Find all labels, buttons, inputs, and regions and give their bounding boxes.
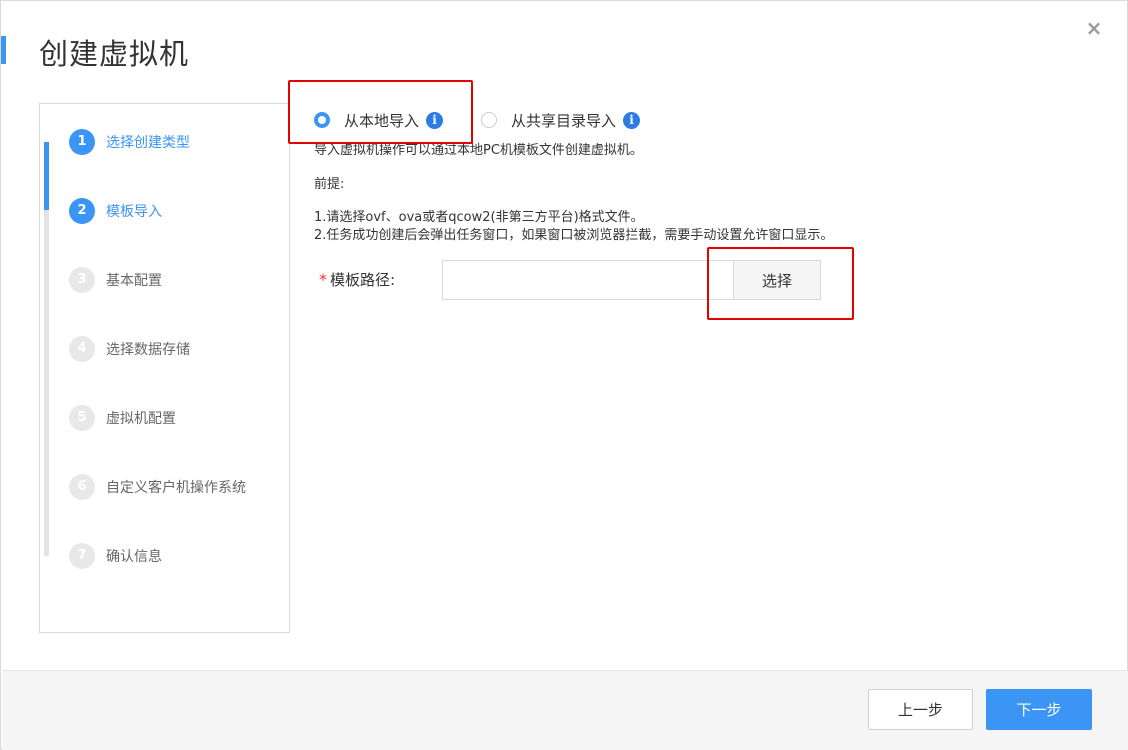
previous-step-button[interactable]: 上一步 [868, 689, 973, 730]
import-description: 导入虚拟机操作可以通过本地PC机模板文件创建虚拟机。 [314, 143, 643, 158]
step-select-datastore: 4 选择数据存储 [69, 336, 190, 362]
step-number: 6 [69, 474, 95, 500]
create-vm-dialog: 创建虚拟机 × 1 选择创建类型 2 模板导入 3 基本配置 4 选择数据存储 … [0, 0, 1128, 750]
step-label: 自定义客户机操作系统 [106, 480, 246, 496]
step-number: 7 [69, 543, 95, 569]
step-label: 基本配置 [106, 273, 162, 289]
title-accent-bar [1, 36, 6, 64]
next-step-button[interactable]: 下一步 [986, 689, 1092, 730]
choose-file-button[interactable]: 选择 [733, 260, 821, 300]
prerequisite-line: 2.任务成功创建后会弹出任务窗口，如果窗口被浏览器拦截，需要手动设置允许窗口显示… [314, 228, 834, 243]
step-confirm-info: 7 确认信息 [69, 543, 162, 569]
required-marker: * [319, 270, 327, 289]
step-label: 选择数据存储 [106, 342, 190, 358]
step-vm-config: 5 虚拟机配置 [69, 405, 176, 431]
info-icon[interactable]: i [623, 111, 641, 129]
step-template-import: 2 模板导入 [69, 198, 162, 224]
step-number: 5 [69, 405, 95, 431]
prerequisites-title: 前提: [314, 177, 345, 192]
step-number: 2 [69, 198, 95, 224]
template-path-label: 模板路径: [330, 271, 396, 289]
step-custom-guest-os: 6 自定义客户机操作系统 [69, 474, 246, 500]
prerequisite-line: 1.请选择ovf、ova或者qcow2(非第三方平台)格式文件。 [314, 210, 644, 225]
step-number: 1 [69, 129, 95, 155]
info-icon[interactable]: i [426, 111, 444, 129]
radio-label-import-shared[interactable]: 从共享目录导入 [511, 110, 616, 131]
close-icon[interactable]: × [1085, 17, 1103, 39]
steps-track-progress [44, 142, 49, 210]
steps-track [44, 210, 49, 556]
radio-label-import-local[interactable]: 从本地导入 [344, 110, 419, 131]
template-path-label-row: * 模板路径: [319, 269, 395, 290]
dialog-title: 创建虚拟机 [39, 37, 190, 71]
step-number: 4 [69, 336, 95, 362]
step-label: 模板导入 [106, 204, 162, 220]
step-label: 选择创建类型 [106, 135, 190, 151]
step-label: 虚拟机配置 [106, 411, 176, 427]
radio-import-local[interactable] [314, 112, 330, 128]
radio-import-shared[interactable] [481, 112, 498, 128]
step-basic-config: 3 基本配置 [69, 267, 162, 293]
template-path-input[interactable] [442, 260, 734, 300]
import-source-options: 从本地导入 i 从共享目录导入 i [314, 106, 641, 134]
step-number: 3 [69, 267, 95, 293]
step-label: 确认信息 [106, 549, 162, 565]
step-select-create-type: 1 选择创建类型 [69, 129, 190, 155]
